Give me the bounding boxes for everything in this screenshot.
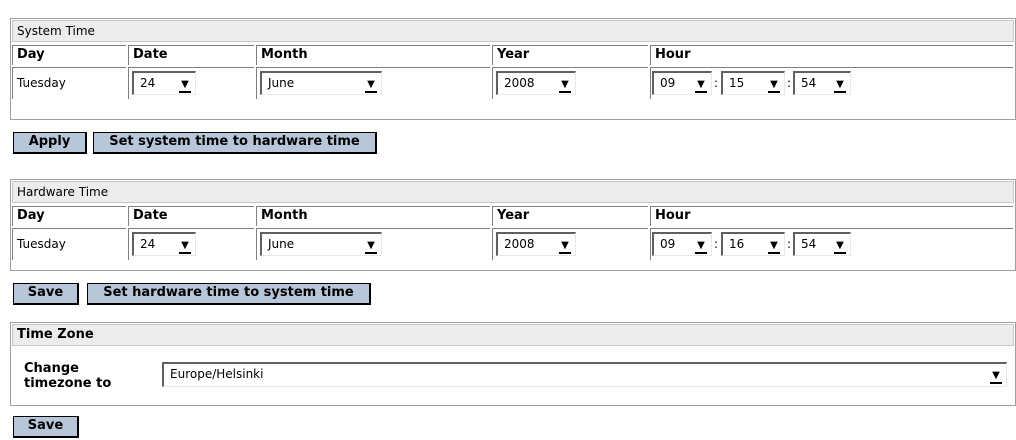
save-timezone-button[interactable]: Save xyxy=(13,416,79,438)
header-year: Year xyxy=(492,206,648,226)
hardware-year-select[interactable]: 2008 ▼ xyxy=(496,232,576,256)
system-time-title: System Time xyxy=(12,20,1014,42)
hardware-date-select[interactable]: 24 ▼ xyxy=(132,232,196,256)
hardware-time-title: Hardware Time xyxy=(12,181,1014,203)
header-day: Day xyxy=(12,206,126,226)
dropdown-arrow-icon: ▼ xyxy=(559,79,571,93)
selected-value: 24 xyxy=(140,237,156,251)
header-month: Month xyxy=(256,206,490,226)
dropdown-arrow-icon: ▼ xyxy=(990,370,1002,384)
dropdown-arrow-icon: ▼ xyxy=(834,79,846,93)
apply-button[interactable]: Apply xyxy=(13,132,87,154)
system-minute-select[interactable]: 15 ▼ xyxy=(721,71,785,95)
hardware-second-select[interactable]: 54 ▼ xyxy=(793,232,851,256)
dropdown-arrow-icon: ▼ xyxy=(695,79,707,93)
hardware-time-panel: Hardware Time Day Date Month Year Hour T… xyxy=(10,179,1016,271)
dropdown-arrow-icon: ▼ xyxy=(768,240,780,254)
selected-value: 15 xyxy=(729,76,745,90)
header-day: Day xyxy=(12,45,126,65)
time-zone-title: Time Zone xyxy=(12,324,1014,346)
system-year-select[interactable]: 2008 ▼ xyxy=(496,71,576,95)
set-hardware-to-system-button[interactable]: Set hardware time to system time xyxy=(87,283,371,305)
header-month: Month xyxy=(256,45,490,65)
header-date: Date xyxy=(128,206,254,226)
dropdown-arrow-icon: ▼ xyxy=(695,240,707,254)
day-value: Tuesday xyxy=(12,228,126,260)
selected-value: 54 xyxy=(801,237,817,251)
selected-value: 54 xyxy=(801,76,817,90)
header-hour: Hour xyxy=(650,206,1013,226)
selected-value: Europe/Helsinki xyxy=(170,367,264,381)
selected-value: 24 xyxy=(140,76,156,90)
selected-value: 09 xyxy=(660,237,676,251)
system-hour-select[interactable]: 09 ▼ xyxy=(652,71,712,95)
header-date: Date xyxy=(128,45,254,65)
selected-value: 16 xyxy=(729,237,745,251)
set-system-to-hardware-button[interactable]: Set system time to hardware time xyxy=(93,132,377,154)
system-month-select[interactable]: June ▼ xyxy=(260,71,382,95)
selected-value: June xyxy=(268,76,295,90)
hardware-minute-select[interactable]: 16 ▼ xyxy=(721,232,785,256)
selected-value: 2008 xyxy=(504,237,535,251)
time-zone-panel: Time Zone Change timezone to Europe/Hels… xyxy=(10,322,1016,406)
system-date-select[interactable]: 24 ▼ xyxy=(132,71,196,95)
dropdown-arrow-icon: ▼ xyxy=(365,240,377,254)
dropdown-arrow-icon: ▼ xyxy=(559,240,571,254)
hardware-hour-select[interactable]: 09 ▼ xyxy=(652,232,712,256)
selected-value: 2008 xyxy=(504,76,535,90)
dropdown-arrow-icon: ▼ xyxy=(834,240,846,254)
time-separator: : xyxy=(714,76,719,90)
system-second-select[interactable]: 54 ▼ xyxy=(793,71,851,95)
time-separator: : xyxy=(787,76,792,90)
system-time-panel: System Time Day Date Month Year Hour Tue… xyxy=(10,18,1016,120)
save-hardware-button[interactable]: Save xyxy=(13,283,79,305)
header-year: Year xyxy=(492,45,648,65)
timezone-label: Change timezone to xyxy=(24,361,112,391)
time-separator: : xyxy=(787,237,792,251)
header-hour: Hour xyxy=(650,45,1013,65)
time-separator: : xyxy=(714,237,719,251)
dropdown-arrow-icon: ▼ xyxy=(179,79,191,93)
dropdown-arrow-icon: ▼ xyxy=(179,240,191,254)
selected-value: June xyxy=(268,237,295,251)
dropdown-arrow-icon: ▼ xyxy=(365,79,377,93)
hardware-month-select[interactable]: June ▼ xyxy=(260,232,382,256)
dropdown-arrow-icon: ▼ xyxy=(768,79,780,93)
day-value: Tuesday xyxy=(12,67,126,99)
selected-value: 09 xyxy=(660,76,676,90)
timezone-select[interactable]: Europe/Helsinki ▼ xyxy=(162,362,1007,387)
